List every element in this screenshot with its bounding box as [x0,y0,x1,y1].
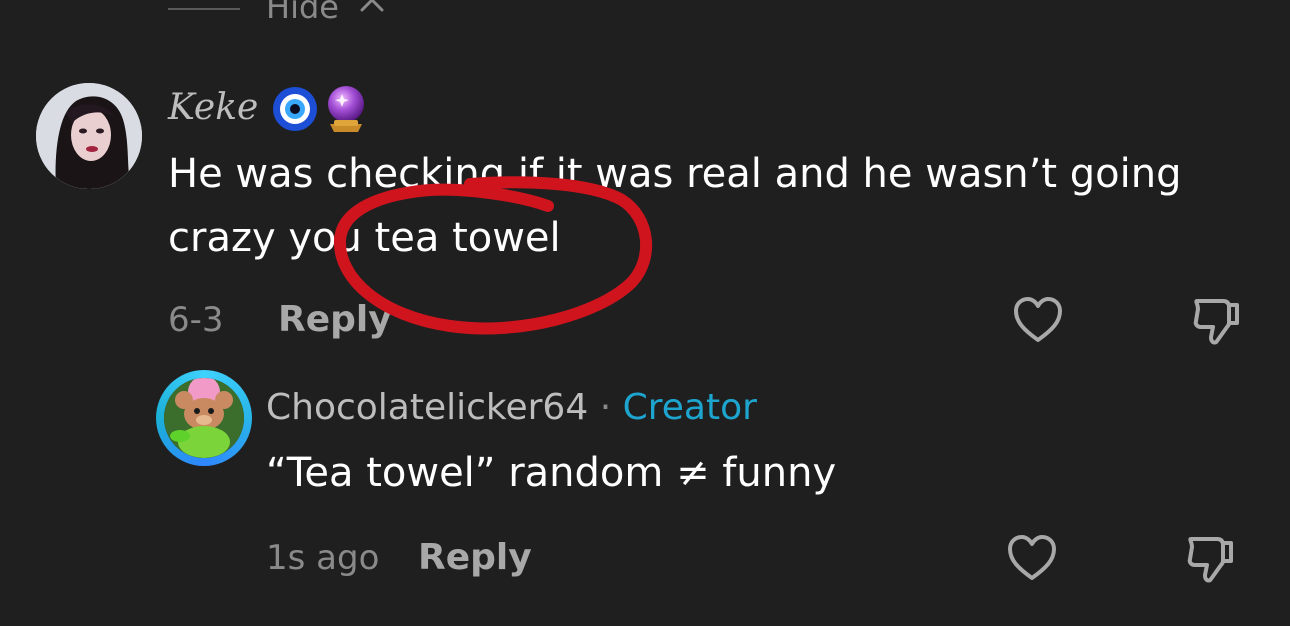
comment-text: He was checking if it was real and he wa… [168,151,1182,261]
thumbs-down-icon [1187,537,1233,583]
heart-icon [1008,535,1056,580]
avatar-photo [36,83,142,189]
comment-username[interactable]: Keke [168,86,258,130]
reply-button[interactable]: Reply [418,536,532,580]
chevron-up-icon[interactable] [358,0,386,18]
thumbs-down-icon [1193,299,1239,345]
avatar-bear-image [164,378,244,458]
dislike-button[interactable] [1182,530,1238,586]
comment-text: “Tea towel” random ≠ funny [266,450,837,496]
comment-author-row: Chocolatelicker64 · Creator [266,386,757,430]
like-button[interactable] [1004,530,1060,586]
dislike-button[interactable] [1188,292,1244,348]
hide-label[interactable]: Hide [266,0,339,27]
hide-replies-control[interactable]: Hide [0,0,400,30]
comment-date: 6-3 [168,300,224,340]
hide-divider [168,8,240,10]
heart-icon [1014,297,1062,342]
avatar[interactable] [164,378,244,458]
like-button[interactable] [1010,292,1066,348]
crystal-ball-emoji-icon [328,86,364,132]
comment-username[interactable]: Chocolatelicker64 [266,387,588,428]
comment-date: 1s ago [266,538,380,578]
nazar-amulet-emoji-icon [273,87,317,131]
avatar[interactable] [36,83,142,189]
separator-dot: · [599,387,612,428]
creator-badge: Creator [622,387,757,428]
reply-button[interactable]: Reply [278,298,392,342]
